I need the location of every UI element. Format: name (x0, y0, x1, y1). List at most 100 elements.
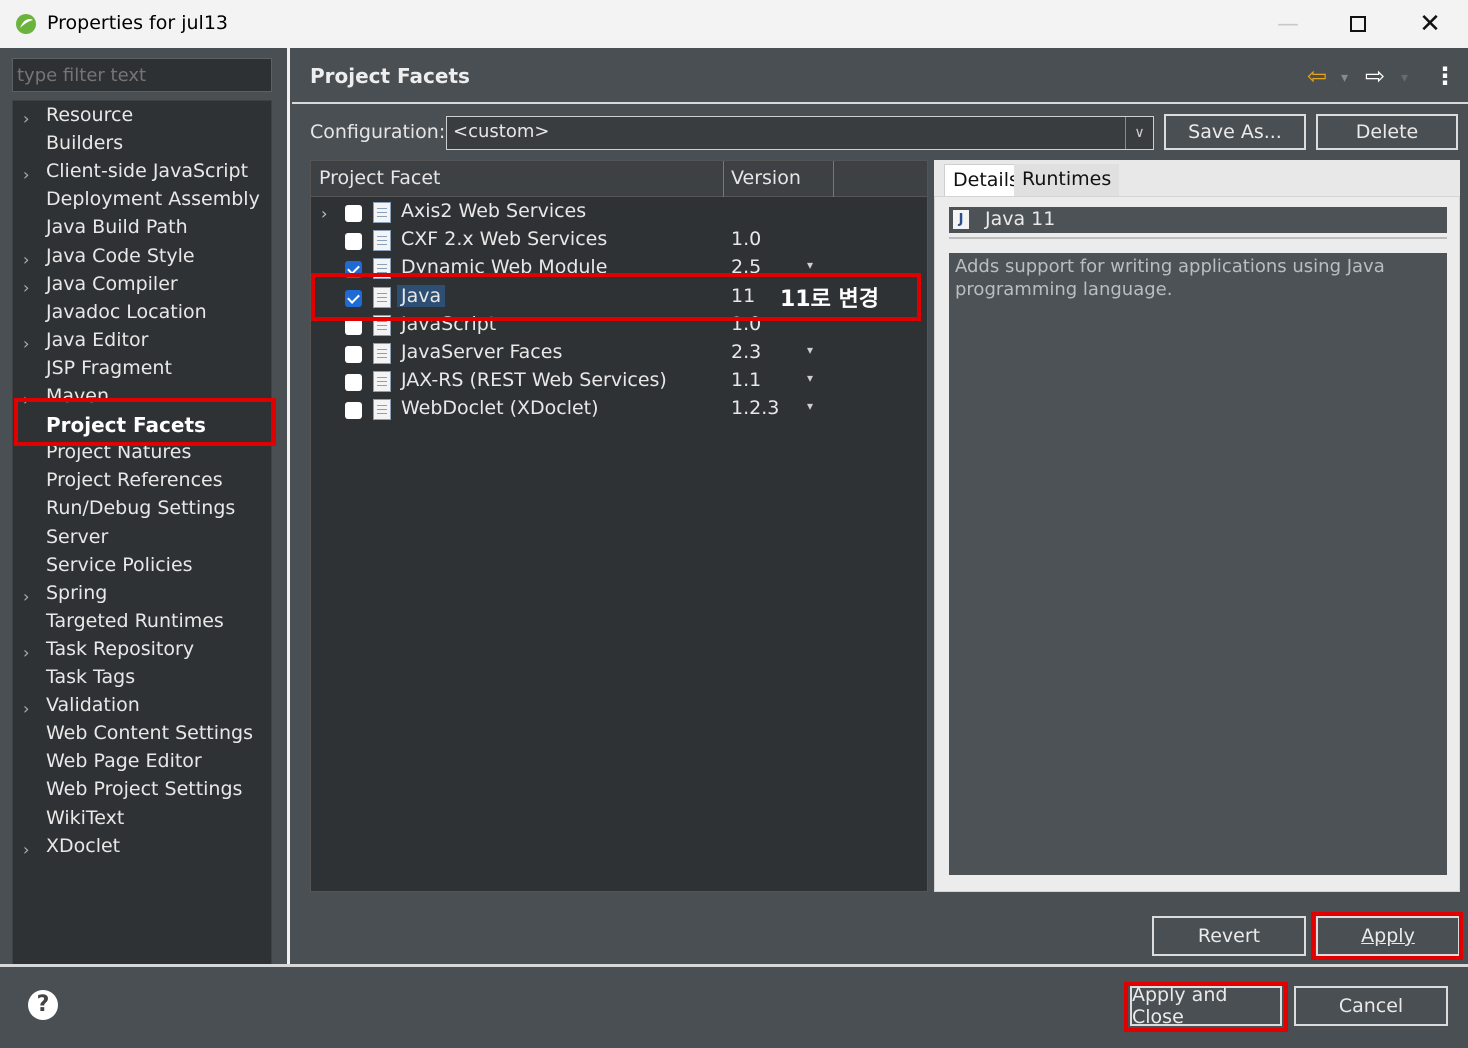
property-tree: › Resource Builders › Client-side JavaScript… (12, 100, 272, 966)
tree-item[interactable]: Run/Debug Settings (13, 496, 271, 524)
view-menu-icon[interactable]: ⋮ (1433, 62, 1457, 90)
maximize-button[interactable] (1322, 0, 1394, 48)
column-divider (833, 161, 834, 197)
tree-item-label: Java Compiler (46, 272, 178, 295)
version-dropdown-icon[interactable]: ▾ (807, 343, 813, 357)
version-dropdown-icon[interactable]: ▾ (807, 258, 813, 272)
title-separator (292, 102, 1468, 104)
facet-row[interactable]: › Axis2 Web Services (311, 199, 927, 227)
tree-item[interactable]: Project References (13, 468, 271, 496)
chevron-right-icon[interactable]: › (23, 587, 37, 606)
minimize-button[interactable]: — (1252, 0, 1324, 48)
facet-table-header: Project Facet Version (311, 161, 927, 197)
facet-document-icon (373, 371, 391, 393)
facet-version[interactable]: 2.3 (731, 341, 761, 363)
column-header-version[interactable]: Version (731, 167, 801, 189)
facet-version[interactable]: 1.0 (731, 228, 761, 250)
delete-button[interactable]: Delete (1316, 114, 1458, 150)
chevron-right-icon[interactable]: › (321, 204, 327, 223)
tree-item[interactable]: Builders (13, 131, 271, 159)
facet-name: JavaServer Faces (401, 341, 563, 363)
chevron-right-icon[interactable]: › (23, 165, 37, 184)
tree-item[interactable]: › Validation (13, 693, 271, 721)
facet-row[interactable]: JAX-RS (REST Web Services) 1.1 ▾ (311, 368, 927, 396)
configuration-value: <custom> (453, 121, 550, 142)
tree-item[interactable]: WikiText (13, 806, 271, 834)
chevron-right-icon[interactable]: › (23, 109, 37, 128)
tree-item[interactable]: Web Project Settings (13, 777, 271, 805)
facet-checkbox[interactable] (345, 346, 362, 363)
annotation-apply-close-highlight (1124, 982, 1288, 1032)
tree-item[interactable]: JSP Fragment (13, 356, 271, 384)
tree-item[interactable]: › Task Repository (13, 637, 271, 665)
tree-item[interactable]: › Spring (13, 581, 271, 609)
tree-item-label: Task Repository (46, 637, 195, 660)
facet-checkbox[interactable] (345, 402, 362, 420)
tree-item[interactable]: Service Policies (13, 553, 271, 581)
chevron-right-icon[interactable]: › (23, 699, 37, 718)
chevron-right-icon[interactable]: › (23, 840, 37, 859)
tree-item-label: Project References (46, 469, 223, 492)
tree-item[interactable]: › Java Compiler (13, 272, 271, 300)
chevron-right-icon[interactable]: › (23, 278, 37, 297)
tree-item[interactable]: › Java Editor (13, 328, 271, 356)
facet-heading: J Java 11 (949, 207, 1447, 233)
tree-item[interactable]: Web Page Editor (13, 749, 271, 777)
page-nav: ⇦ ▾ ⇨ ▾ ⋮ (1307, 62, 1457, 92)
cancel-button[interactable]: Cancel (1294, 986, 1448, 1026)
forward-dropdown-icon[interactable]: ▾ (1401, 70, 1408, 86)
tree-item[interactable]: Deployment Assembly (13, 187, 271, 215)
pane-splitter[interactable] (287, 48, 290, 964)
tree-item[interactable]: › XDoclet (13, 834, 271, 862)
chevron-right-icon[interactable]: › (23, 250, 37, 269)
tree-item-label: Builders (46, 132, 124, 155)
version-dropdown-icon[interactable]: ▾ (807, 371, 813, 385)
tree-item[interactable]: Java Build Path (13, 215, 271, 243)
left-pane: › Resource Builders › Client-side JavaScript… (12, 58, 272, 966)
facet-row[interactable]: JavaServer Faces 2.3 ▾ (311, 340, 927, 368)
facet-checkbox[interactable] (345, 233, 362, 251)
tree-item-label: Client-side JavaScript (46, 160, 249, 183)
column-header-facet[interactable]: Project Facet (319, 167, 440, 189)
configuration-select[interactable]: <custom> ∨ (446, 116, 1154, 150)
filter-input[interactable] (12, 58, 272, 92)
annotation-text: 11로 변경 (780, 287, 879, 312)
tree-item-label: Validation (46, 694, 140, 717)
tree-item[interactable]: › Resource (13, 103, 271, 131)
facet-document-icon (373, 399, 391, 421)
back-arrow-icon[interactable]: ⇦ (1307, 62, 1327, 90)
tree-item[interactable]: Task Tags (13, 665, 271, 693)
forward-arrow-icon[interactable]: ⇨ (1365, 62, 1385, 90)
facet-checkbox[interactable] (345, 205, 362, 222)
chevron-down-icon[interactable]: ∨ (1125, 117, 1153, 149)
facet-row[interactable]: WebDoclet (XDoclet) 1.2.3 ▾ (311, 396, 927, 424)
tree-item[interactable]: Javadoc Location (13, 300, 271, 328)
facet-version[interactable]: 1.2.3 (731, 397, 779, 419)
facet-name: JAX-RS (REST Web Services) (401, 369, 667, 392)
bottom-separator (0, 964, 1468, 967)
tree-item[interactable]: Targeted Runtimes (13, 609, 271, 637)
facet-version[interactable]: 1.1 (731, 369, 761, 391)
facet-heading-text: Java 11 (985, 208, 1056, 230)
chevron-right-icon[interactable]: › (23, 334, 37, 353)
tree-item[interactable]: › Java Code Style (13, 244, 271, 272)
tree-item-label: Deployment Assembly (46, 188, 260, 211)
facet-row[interactable]: CXF 2.x Web Services 1.0 (311, 227, 927, 255)
facet-checkbox[interactable] (345, 374, 362, 392)
tree-item-label: Service Policies (46, 553, 193, 576)
tab-runtimes[interactable]: Runtimes (1014, 164, 1120, 196)
tree-item-label: Java Editor (46, 328, 149, 351)
tree-item[interactable]: Server (13, 525, 271, 553)
tree-item[interactable]: Web Content Settings (13, 721, 271, 749)
revert-button[interactable]: Revert (1152, 916, 1306, 956)
close-button[interactable]: ✕ (1394, 0, 1466, 48)
annotation-apply-highlight (1311, 912, 1463, 960)
facet-document-icon (373, 202, 391, 223)
chevron-right-icon[interactable]: › (23, 643, 37, 662)
tree-item-label: Spring (46, 581, 108, 604)
back-dropdown-icon[interactable]: ▾ (1341, 70, 1348, 86)
tree-item[interactable]: › Client-side JavaScript (13, 159, 271, 187)
help-icon[interactable]: ? (28, 990, 58, 1020)
version-dropdown-icon[interactable]: ▾ (807, 399, 813, 413)
save-as-button[interactable]: Save As... (1164, 114, 1306, 150)
